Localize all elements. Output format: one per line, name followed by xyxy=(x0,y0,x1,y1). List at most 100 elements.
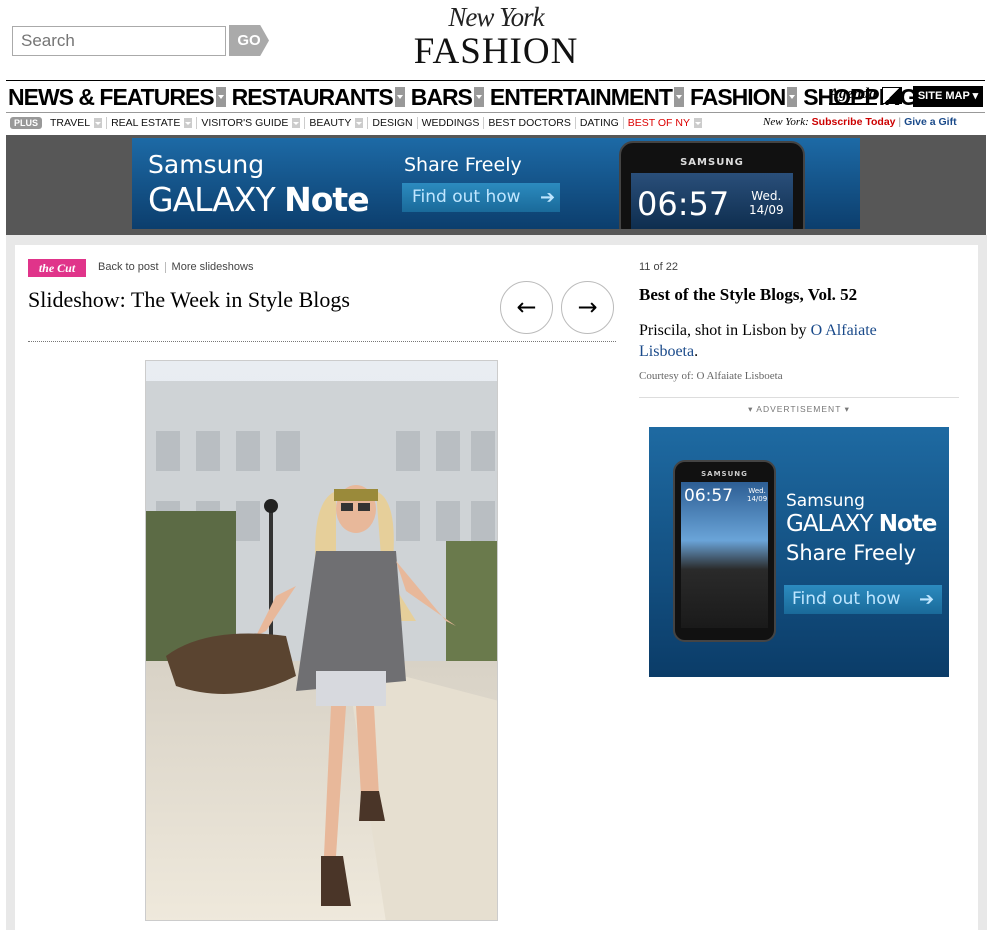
phone-date-value: 14/09 xyxy=(747,495,768,503)
page: GO New York FASHION NEWS & FEATURES REST… xyxy=(0,0,991,930)
ad-product: GALAXY Note xyxy=(786,511,938,537)
back-to-post-link[interactable]: Back to post xyxy=(98,261,159,273)
go-button[interactable]: GO xyxy=(229,25,269,56)
slide-counter: 11 of 22 xyxy=(639,261,678,273)
ad-share: Share Freely xyxy=(404,154,522,176)
breadcrumb: Back to post More slideshows xyxy=(98,261,253,273)
ad-product-a: GALAXY xyxy=(148,180,276,219)
divider xyxy=(164,261,166,273)
phone-image: SAMSUNG 06:57 Wed. 14/09 xyxy=(673,460,776,642)
sub-nav: PLUS TRAVEL REAL ESTATE VISITOR'S GUIDE … xyxy=(10,115,706,131)
agenda-icon[interactable] xyxy=(882,87,902,104)
the-cut-badge[interactable]: the Cut xyxy=(28,259,86,277)
subnav-travel[interactable]: TRAVEL xyxy=(46,117,108,129)
phone-date: Wed. 14/09 xyxy=(747,487,767,503)
dropdown-icon[interactable] xyxy=(184,118,193,128)
side-banner-ad[interactable]: SAMSUNG 06:57 Wed. 14/09 Samsung GALAXY N… xyxy=(649,427,949,677)
dropdown-icon[interactable] xyxy=(693,118,702,128)
ad-brand: Samsung xyxy=(786,491,865,511)
caption-period: . xyxy=(694,343,699,360)
ny-label: New York: xyxy=(763,116,809,128)
caption-body: Priscila, shot in Lisbon by xyxy=(639,322,811,339)
nav-bars[interactable]: BARS xyxy=(411,84,490,111)
ad-product-a: GALAXY xyxy=(786,511,873,537)
photo-credit: Courtesy of: O Alfaiate Lisboeta xyxy=(639,370,783,382)
slide-photo[interactable] xyxy=(145,360,498,921)
plus-badge: PLUS xyxy=(10,117,43,129)
subnav-label: BEAUTY xyxy=(309,117,352,129)
subnav-label: VISITOR'S GUIDE xyxy=(201,117,289,129)
ad-product-b: Note xyxy=(878,511,938,537)
page-title: Slideshow: The Week in Style Blogs xyxy=(28,287,350,312)
dropdown-icon[interactable] xyxy=(787,87,798,107)
phone-time: 06:57 xyxy=(684,486,733,506)
phone-day: Wed. xyxy=(748,487,766,495)
street-style-photo xyxy=(146,361,497,920)
subnav-best-of-ny[interactable]: BEST OF NY xyxy=(624,117,706,129)
nav-fashion[interactable]: FASHION xyxy=(690,84,803,111)
nav-label: RESTAURANTS xyxy=(231,83,394,110)
arrow-right-icon: ➔ xyxy=(540,187,556,208)
phone-image: SAMSUNG 06:57 Wed. 14/09 xyxy=(619,141,805,229)
subscribe-link[interactable]: Subscribe Today xyxy=(812,116,896,128)
arrow-right-icon: → xyxy=(577,293,598,321)
nav-restaurants[interactable]: RESTAURANTS xyxy=(232,84,411,111)
caption-text: Priscila, shot in Lisbon by O Alfaiate L… xyxy=(639,320,939,362)
nav-label: BARS xyxy=(410,83,473,110)
dropdown-icon[interactable] xyxy=(215,87,226,107)
subnav-weddings[interactable]: WEDDINGS xyxy=(418,117,485,129)
agenda-link[interactable]: Agenda xyxy=(829,86,877,105)
next-slide-button[interactable]: → xyxy=(561,281,614,334)
title-divider xyxy=(28,341,616,342)
phone-time: 06:57 xyxy=(637,185,730,223)
give-gift-link[interactable]: Give a Gift xyxy=(904,116,957,128)
logo-new-york[interactable]: New York xyxy=(426,2,566,33)
dropdown-icon[interactable] xyxy=(394,87,405,107)
ad-cta-button[interactable]: Find out how xyxy=(402,183,560,212)
phone-screen: 06:57 Wed. 14/09 xyxy=(681,482,768,628)
caption-title: Best of the Style Blogs, Vol. 52 xyxy=(639,285,858,304)
dropdown-icon[interactable] xyxy=(292,118,301,128)
nav-label: FASHION xyxy=(689,83,786,110)
nav-top-rule xyxy=(6,80,985,81)
search-input[interactable] xyxy=(12,26,226,56)
content-frame-left xyxy=(6,235,15,930)
arrow-left-icon: ← xyxy=(516,293,537,321)
site-map-button[interactable]: SITE MAP ▾ xyxy=(913,86,983,107)
ad-product: GALAXY Note xyxy=(148,180,370,219)
subnav-design[interactable]: DESIGN xyxy=(368,117,418,129)
dropdown-icon[interactable] xyxy=(673,87,684,107)
subnav-label: BEST OF NY xyxy=(627,117,690,129)
dropdown-icon[interactable] xyxy=(94,118,103,128)
more-slideshows-link[interactable]: More slideshows xyxy=(172,261,254,273)
ad-product-b: Note xyxy=(284,180,369,219)
nav-label: NEWS & FEATURES xyxy=(8,83,215,110)
nav-entertainment[interactable]: ENTERTAINMENT xyxy=(490,84,690,111)
subnav-beauty[interactable]: BEAUTY xyxy=(305,117,369,129)
phone-date: Wed. 14/09 xyxy=(749,189,784,217)
phone-screen: 06:57 Wed. 14/09 xyxy=(631,173,793,229)
nav-label: ENTERTAINMENT xyxy=(489,83,673,110)
subnav-best-doctors[interactable]: BEST DOCTORS xyxy=(484,117,576,129)
phone-brand: SAMSUNG xyxy=(701,470,748,478)
arrow-right-icon: ➔ xyxy=(919,589,935,610)
phone-date-value: 14/09 xyxy=(749,203,784,217)
top-banner-ad[interactable]: Samsung GALAXY Note Share Freely Find ou… xyxy=(132,138,860,229)
subnav-dating[interactable]: DATING xyxy=(576,117,624,129)
dropdown-icon[interactable] xyxy=(473,87,484,107)
subnav-label: REAL ESTATE xyxy=(111,117,181,129)
advertisement-label: ▾ ADVERTISEMENT ▾ xyxy=(748,404,850,414)
main-nav: NEWS & FEATURES RESTAURANTS BARS ENTERTA… xyxy=(8,83,935,111)
phone-brand: SAMSUNG xyxy=(680,157,744,168)
previous-slide-button[interactable]: ← xyxy=(500,281,553,334)
content-frame-right xyxy=(978,235,987,930)
subnav-visitors-guide[interactable]: VISITOR'S GUIDE xyxy=(197,117,306,129)
nav-news-features[interactable]: NEWS & FEATURES xyxy=(8,84,232,111)
subnav-real-estate[interactable]: REAL ESTATE xyxy=(107,117,198,129)
dropdown-icon[interactable] xyxy=(355,118,364,128)
phone-day: Wed. xyxy=(751,189,782,203)
content-frame-top xyxy=(6,235,987,245)
subnav-label: TRAVEL xyxy=(50,117,91,129)
divider xyxy=(639,397,959,398)
logo-fashion[interactable]: FASHION xyxy=(396,30,596,73)
